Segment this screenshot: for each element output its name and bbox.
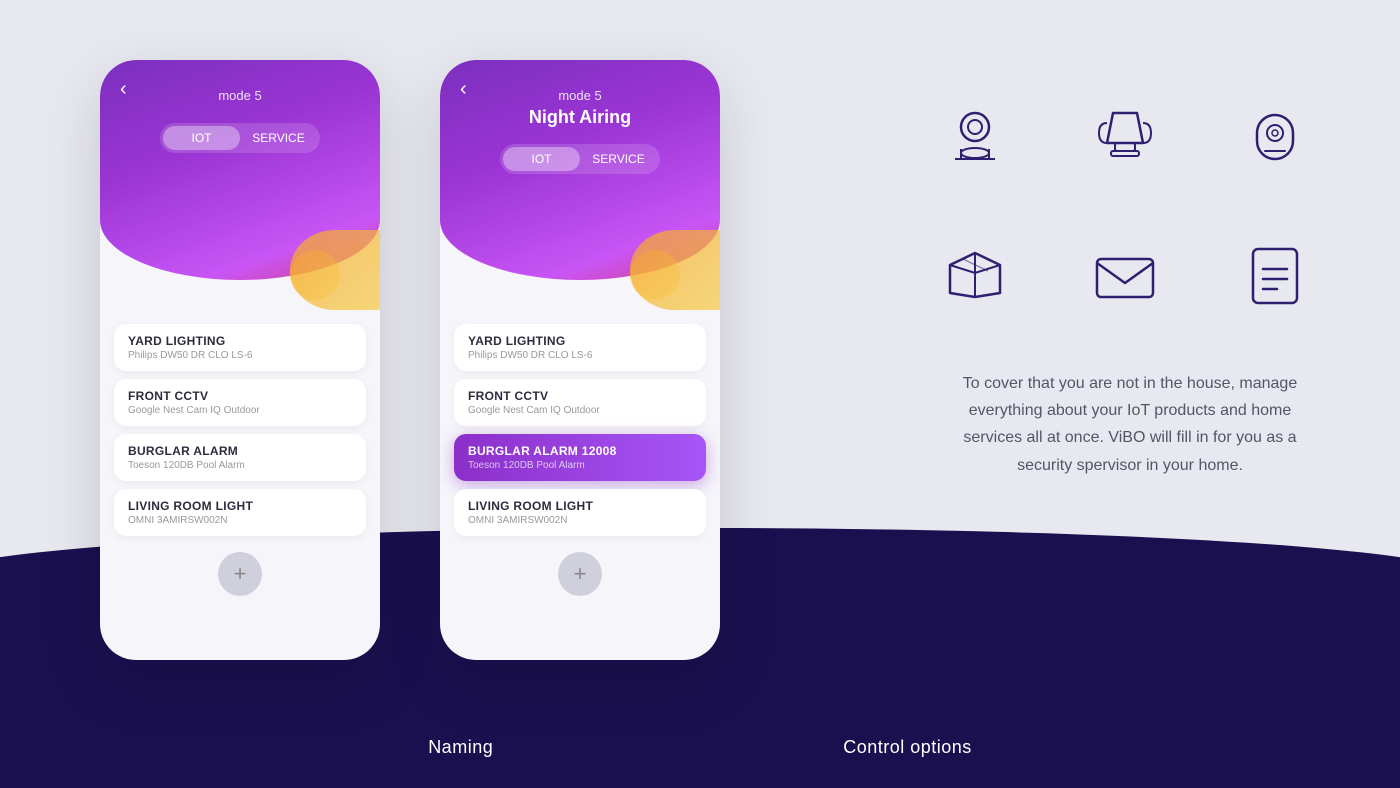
device-list-control: YARD LIGHTING Philips DW50 DR CLO LS-6 F…	[440, 310, 720, 536]
device-item-burglar-alarm-2[interactable]: BURGLAR ALARM 12008 Toeson 120DB Pool Al…	[454, 434, 706, 481]
device-name: LIVING ROOM LIGHT	[128, 499, 352, 513]
device-model: OMNI 3AMIRSW002N	[468, 515, 692, 526]
accent-shape-2	[290, 250, 340, 300]
icons-grid	[920, 80, 1340, 330]
box-icon	[920, 220, 1030, 330]
device-item-yard-lighting-1[interactable]: YARD LIGHTING Philips DW50 DR CLO LS-6	[114, 324, 366, 371]
lamp-icon	[1070, 80, 1180, 190]
phone-naming-header: ‹ mode 5 IOT SERVICE	[100, 60, 380, 280]
bottom-labels-container: Naming Control options	[0, 737, 1400, 758]
phone-control: ‹ mode 5 Night Airing IOT SERVICE YARD L…	[440, 60, 720, 660]
device-model: Toeson 120DB Pool Alarm	[468, 460, 692, 471]
device-model: Google Nest Cam IQ Outdoor	[468, 405, 692, 416]
tab-service-control[interactable]: SERVICE	[580, 147, 657, 171]
device-model: Philips DW50 DR CLO LS-6	[468, 350, 692, 361]
device-model: Philips DW50 DR CLO LS-6	[128, 350, 352, 361]
tab-service-naming[interactable]: SERVICE	[240, 126, 317, 150]
mode-title-control: Night Airing	[529, 107, 631, 128]
tabs-naming: IOT SERVICE	[160, 123, 320, 153]
camera-icon	[920, 80, 1030, 190]
device-name: BURGLAR ALARM 12008	[468, 444, 692, 458]
tab-iot-control[interactable]: IOT	[503, 147, 580, 171]
document-icon	[1220, 220, 1330, 330]
control-options-label: Control options	[843, 737, 972, 758]
mail-icon	[1070, 220, 1180, 330]
device-name: YARD LIGHTING	[128, 334, 352, 348]
phone-control-header: ‹ mode 5 Night Airing IOT SERVICE	[440, 60, 720, 280]
device-name: YARD LIGHTING	[468, 334, 692, 348]
device-name: FRONT CCTV	[128, 389, 352, 403]
phone-naming: ‹ mode 5 IOT SERVICE YARD LIGHTING Phili…	[100, 60, 380, 660]
device-item-living-room-2[interactable]: LIVING ROOM LIGHT OMNI 3AMIRSW002N	[454, 489, 706, 536]
description-text: To cover that you are not in the house, …	[940, 370, 1320, 479]
tabs-control: IOT SERVICE	[500, 144, 660, 174]
device-model: Toeson 120DB Pool Alarm	[128, 460, 352, 471]
device-item-front-cctv-2[interactable]: FRONT CCTV Google Nest Cam IQ Outdoor	[454, 379, 706, 426]
add-device-button-1[interactable]: +	[218, 552, 262, 596]
add-device-button-2[interactable]: +	[558, 552, 602, 596]
mode-label-control: mode 5	[558, 88, 601, 103]
speaker-icon	[1220, 80, 1330, 190]
device-model: Google Nest Cam IQ Outdoor	[128, 405, 352, 416]
right-panel: To cover that you are not in the house, …	[920, 80, 1340, 479]
device-list-naming: YARD LIGHTING Philips DW50 DR CLO LS-6 F…	[100, 310, 380, 536]
back-button-naming[interactable]: ‹	[120, 78, 127, 101]
device-model: OMNI 3AMIRSW002N	[128, 515, 352, 526]
device-name: BURGLAR ALARM	[128, 444, 352, 458]
device-item-living-room-1[interactable]: LIVING ROOM LIGHT OMNI 3AMIRSW002N	[114, 489, 366, 536]
back-button-control[interactable]: ‹	[460, 78, 467, 101]
accent-shape-4	[630, 250, 680, 300]
device-item-front-cctv-1[interactable]: FRONT CCTV Google Nest Cam IQ Outdoor	[114, 379, 366, 426]
mode-label-naming: mode 5	[218, 88, 261, 103]
device-item-burglar-alarm-1[interactable]: BURGLAR ALARM Toeson 120DB Pool Alarm	[114, 434, 366, 481]
phones-container: ‹ mode 5 IOT SERVICE YARD LIGHTING Phili…	[100, 60, 720, 660]
device-item-yard-lighting-2[interactable]: YARD LIGHTING Philips DW50 DR CLO LS-6	[454, 324, 706, 371]
device-name: LIVING ROOM LIGHT	[468, 499, 692, 513]
naming-label: Naming	[428, 737, 493, 758]
tab-iot-naming[interactable]: IOT	[163, 126, 240, 150]
device-name: FRONT CCTV	[468, 389, 692, 403]
